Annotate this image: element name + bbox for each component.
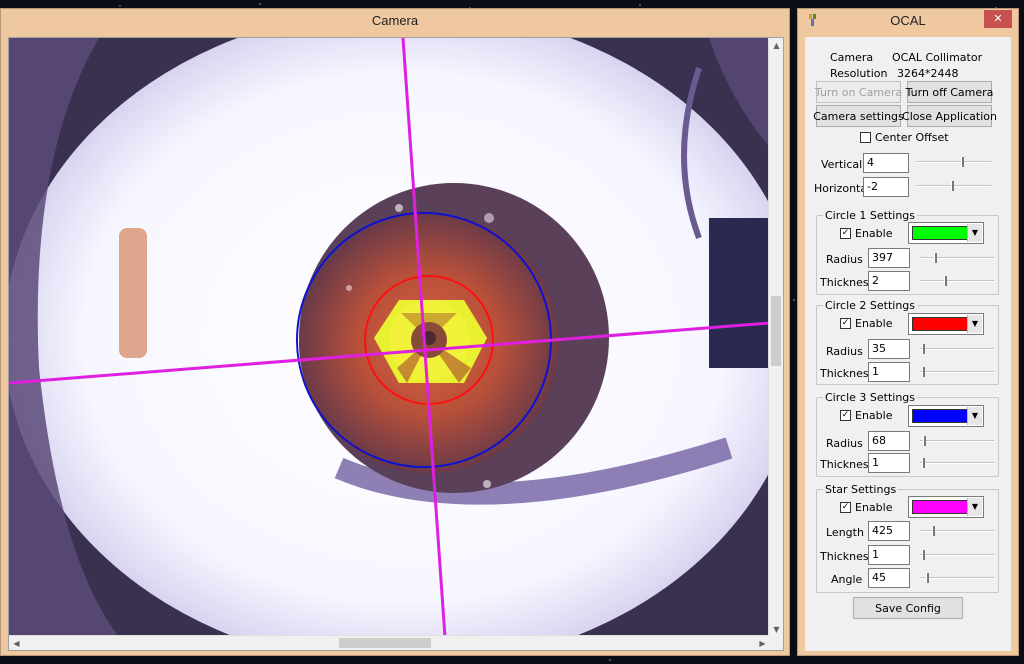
camera-client-area: ▲ ▼ ◀ ▶ [8, 37, 784, 651]
horizontal-slider[interactable] [917, 181, 991, 191]
chevron-down-icon: ▼ [967, 498, 982, 516]
center-offset-checkbox[interactable] [860, 132, 871, 143]
star-angle-input[interactable]: 45 [868, 568, 910, 588]
star-length-slider[interactable] [920, 526, 994, 536]
star-length-label: Length [826, 526, 864, 539]
star-thickness-slider[interactable] [920, 550, 994, 560]
camera-feed-image [9, 38, 770, 637]
ocal-titlebar: OCAL ✕ [798, 9, 1018, 33]
scroll-left-icon[interactable]: ◀ [9, 636, 24, 651]
camera-vertical-scrollbar[interactable]: ▲ ▼ [768, 38, 783, 637]
star-color-picker[interactable]: ▼ [908, 496, 984, 518]
vertical-slider[interactable] [917, 157, 991, 167]
horizontal-input[interactable]: -2 [863, 177, 909, 197]
circle1-enable-label: Enable [855, 227, 893, 240]
circle1-radius-slider[interactable] [920, 253, 994, 263]
resolution-value: 3264*2448 [897, 67, 959, 80]
circle1-settings-group: Circle 1 Settings ✓ Enable ▼ Radius 397 … [816, 209, 999, 295]
circle2-enable-checkbox[interactable]: ✓ [840, 318, 851, 329]
ocal-client-area: Camera OCAL Collimator Resolution 3264*2… [805, 37, 1011, 651]
circle3-thickness-input[interactable]: 1 [868, 453, 910, 473]
circle1-color-picker[interactable]: ▼ [908, 222, 984, 244]
circle3-enable-checkbox[interactable]: ✓ [840, 410, 851, 421]
close-window-button[interactable]: ✕ [984, 10, 1012, 28]
vertical-scroll-thumb[interactable] [771, 296, 781, 366]
circle1-radius-input[interactable]: 397 [868, 248, 910, 268]
circle3-settings-title: Circle 3 Settings [823, 391, 917, 404]
circle1-color-swatch [912, 226, 968, 240]
scroll-up-icon[interactable]: ▲ [769, 38, 784, 53]
circle2-radius-input[interactable]: 35 [868, 339, 910, 359]
vertical-input[interactable]: 4 [863, 153, 909, 173]
camera-value: OCAL Collimator [892, 51, 983, 64]
circle1-thickness-label: Thickness [820, 276, 875, 289]
chevron-down-icon: ▼ [967, 315, 982, 333]
camera-window: Camera ▲ ▼ ◀ ▶ [0, 8, 790, 656]
circle2-enable-label: Enable [855, 317, 893, 330]
ocal-window: OCAL ✕ Camera OCAL Collimator Resolution… [797, 8, 1019, 656]
circle1-thickness-slider[interactable] [920, 276, 994, 286]
circle1-thickness-input[interactable]: 2 [868, 271, 910, 291]
chevron-down-icon: ▼ [967, 407, 982, 425]
circle3-radius-input[interactable]: 68 [868, 431, 910, 451]
camera-horizontal-scrollbar[interactable]: ◀ ▶ [9, 635, 770, 650]
app-icon [808, 13, 818, 27]
camera-window-title: Camera [371, 13, 419, 28]
star-angle-slider[interactable] [920, 573, 994, 583]
camera-label: Camera [830, 51, 874, 64]
star-enable-label: Enable [855, 501, 893, 514]
check-icon: ✓ [841, 318, 850, 328]
circle1-settings-title: Circle 1 Settings [823, 209, 917, 222]
close-icon: ✕ [993, 12, 1003, 25]
circle3-color-picker[interactable]: ▼ [908, 405, 984, 427]
star-length-input[interactable]: 425 [868, 521, 910, 541]
scroll-corner [768, 635, 783, 650]
circle2-color-picker[interactable]: ▼ [908, 313, 984, 335]
ocal-window-title: OCAL [890, 13, 926, 28]
star-thickness-label: Thickness [820, 550, 875, 563]
circle3-color-swatch [912, 409, 968, 423]
check-icon: ✓ [841, 502, 850, 512]
star-thickness-input[interactable]: 1 [868, 545, 910, 565]
star-color-swatch [912, 500, 968, 514]
close-application-button[interactable]: Close Application [902, 105, 997, 127]
check-icon: ✓ [841, 228, 850, 238]
circle3-thickness-label: Thickness [820, 458, 875, 471]
chevron-down-icon: ▼ [967, 224, 982, 242]
horizontal-scroll-thumb[interactable] [339, 638, 431, 648]
resolution-label: Resolution [830, 67, 888, 80]
circle2-color-swatch [912, 317, 968, 331]
circle2-thickness-input[interactable]: 1 [868, 362, 910, 382]
circle2-thickness-label: Thickness [820, 367, 875, 380]
horizontal-label: Horizontal [814, 182, 871, 195]
star-angle-label: Angle [831, 573, 863, 586]
vertical-label: Vertical [821, 158, 863, 171]
circle2-thickness-slider[interactable] [920, 367, 994, 377]
star-enable-checkbox[interactable]: ✓ [840, 502, 851, 513]
circle3-radius-slider[interactable] [920, 436, 994, 446]
circle3-thickness-slider[interactable] [920, 458, 994, 468]
turn-off-camera-button[interactable]: Turn off Camera [906, 81, 993, 103]
circle1-enable-checkbox[interactable]: ✓ [840, 228, 851, 239]
camera-feed-view[interactable] [9, 38, 770, 637]
check-icon: ✓ [841, 410, 850, 420]
circle2-radius-label: Radius [826, 345, 863, 358]
circle2-radius-slider[interactable] [920, 344, 994, 354]
circle1-radius-label: Radius [826, 253, 863, 266]
circle3-enable-label: Enable [855, 409, 893, 422]
circle2-settings-group: Circle 2 Settings ✓ Enable ▼ Radius 35 T… [816, 299, 999, 385]
camera-settings-button[interactable]: Camera settings [813, 105, 904, 127]
star-settings-group: Star Settings ✓ Enable ▼ Length 425 Thic… [816, 483, 999, 593]
circle2-settings-title: Circle 2 Settings [823, 299, 917, 312]
center-offset-label: Center Offset [875, 131, 949, 144]
save-config-button[interactable]: Save Config [853, 597, 963, 619]
star-settings-title: Star Settings [823, 483, 899, 496]
turn-on-camera-button[interactable]: Turn on Camera [815, 81, 902, 103]
circle3-settings-group: Circle 3 Settings ✓ Enable ▼ Radius 68 T… [816, 391, 999, 477]
circle3-radius-label: Radius [826, 437, 863, 450]
